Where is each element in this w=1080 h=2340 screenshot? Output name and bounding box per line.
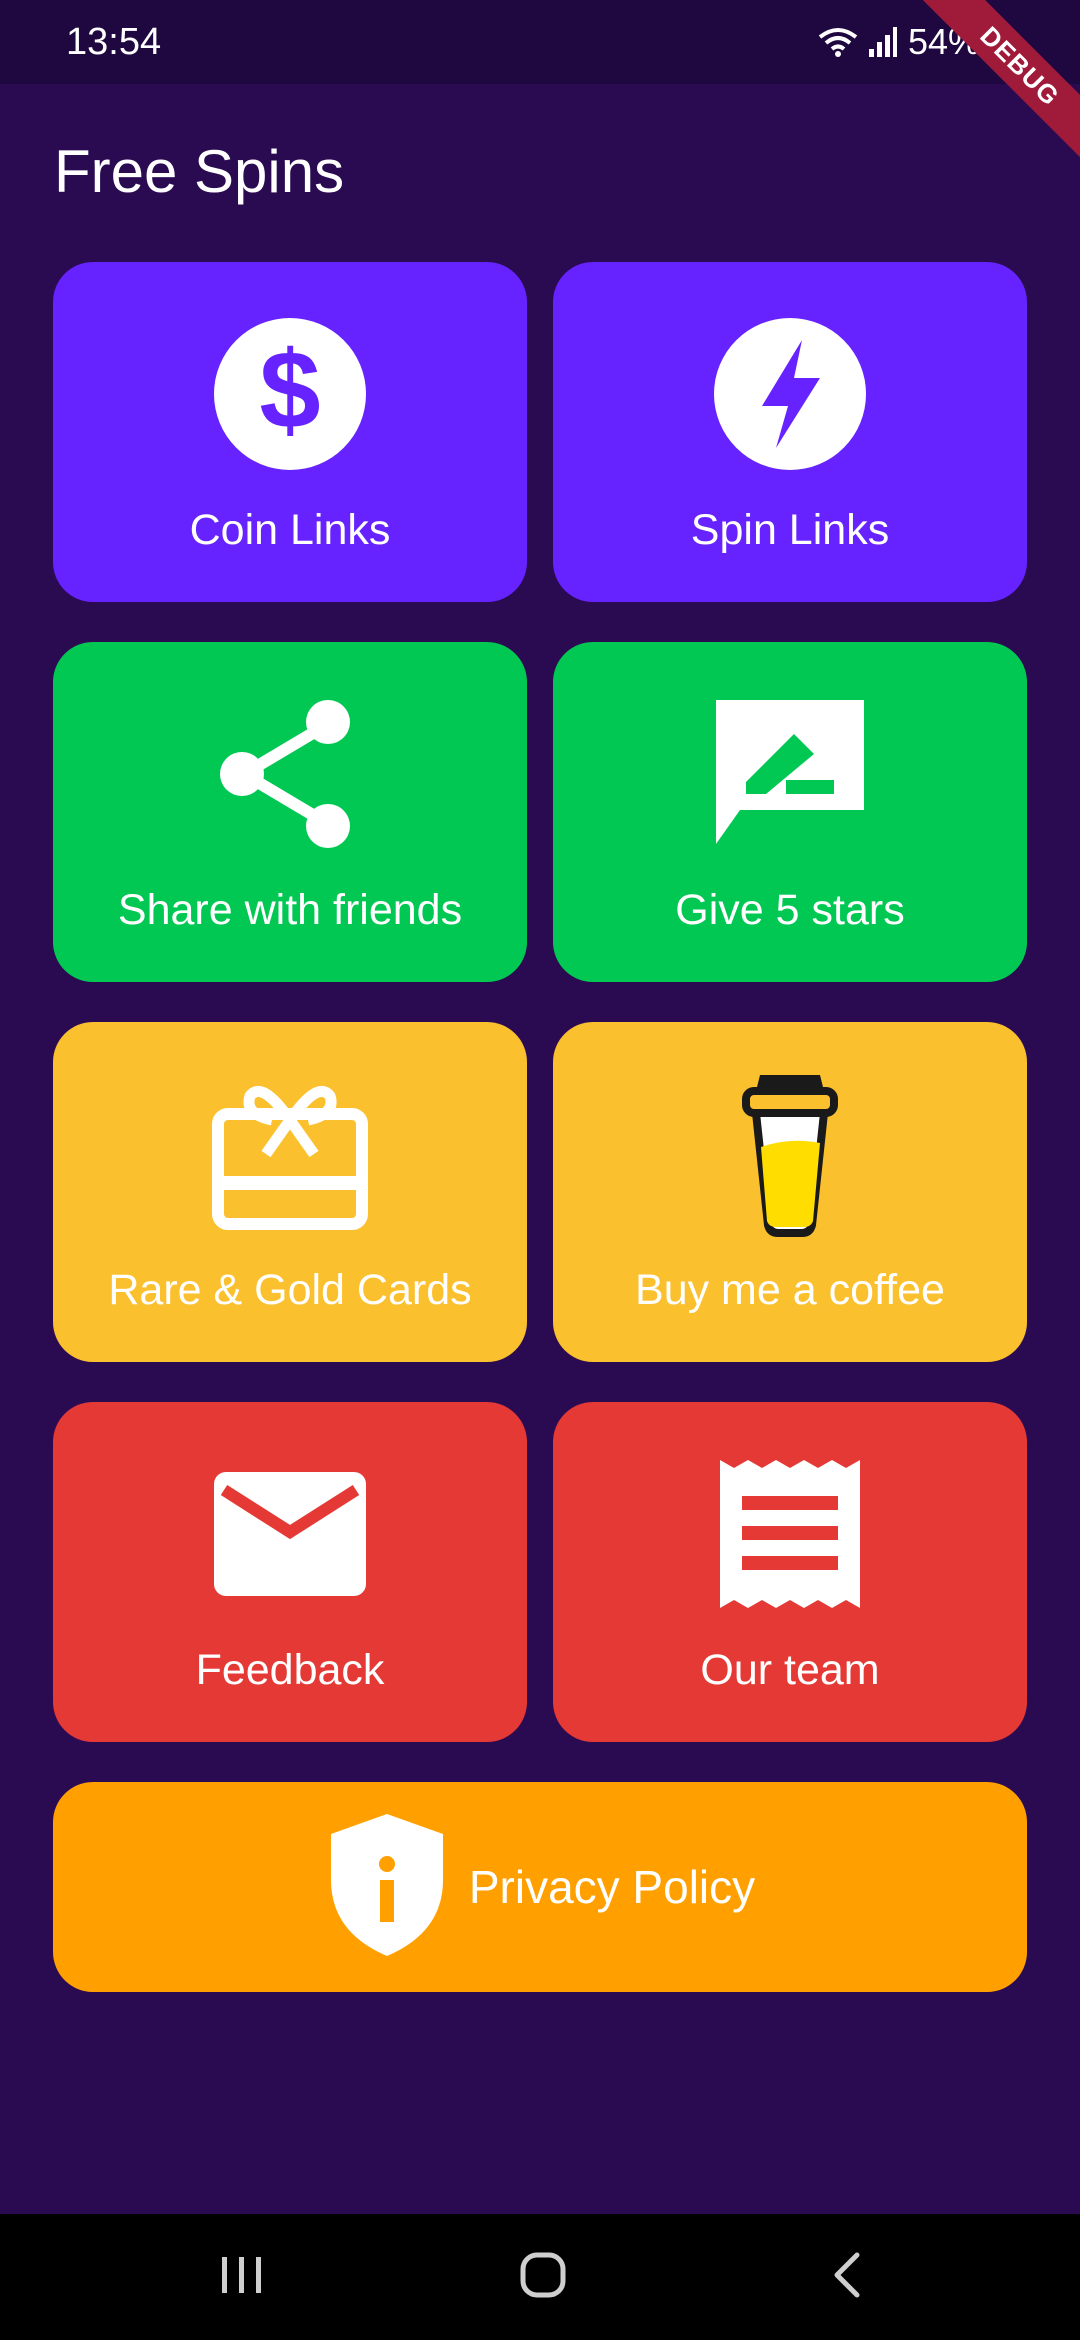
- share-icon: [210, 694, 370, 854]
- spin-links-button[interactable]: Spin Links: [553, 262, 1027, 602]
- coffee-cup-icon: [710, 1074, 870, 1237]
- coin-links-label: Coin Links: [189, 506, 391, 554]
- share-with-friends-button[interactable]: Share with friends: [53, 642, 527, 982]
- spin-links-label: Spin Links: [690, 506, 890, 554]
- svg-text:$: $: [259, 329, 320, 452]
- give-5-stars-button[interactable]: Give 5 stars: [553, 642, 1027, 982]
- recents-button[interactable]: [182, 2214, 302, 2340]
- signal-icon: [868, 25, 898, 59]
- our-team-label: Our team: [700, 1646, 880, 1694]
- system-nav-bar: [0, 2214, 1080, 2340]
- receipt-icon: [710, 1454, 870, 1614]
- wifi-icon: [818, 25, 858, 59]
- recents-icon: [220, 2255, 264, 2300]
- rate-review-icon: [710, 694, 870, 854]
- share-with-friends-label: Share with friends: [117, 886, 463, 934]
- privacy-policy-label: Privacy Policy: [468, 1861, 756, 1913]
- status-icons: 54%: [818, 18, 1010, 66]
- battery-percent: 54%: [907, 21, 980, 62]
- feedback-button[interactable]: Feedback: [53, 1402, 527, 1742]
- home-button[interactable]: [483, 2214, 603, 2340]
- feedback-label: Feedback: [195, 1646, 385, 1694]
- rare-gold-cards-button[interactable]: Rare & Gold Cards: [53, 1022, 527, 1362]
- page-title: Free Spins: [54, 138, 345, 205]
- coin-links-button[interactable]: $ Coin Links: [53, 262, 527, 602]
- rare-gold-cards-label: Rare & Gold Cards: [108, 1266, 472, 1314]
- give-5-stars-label: Give 5 stars: [675, 886, 905, 934]
- status-time: 13:54: [66, 21, 162, 63]
- battery-icon: [990, 25, 1010, 59]
- buy-me-a-coffee-button[interactable]: Buy me a coffee: [553, 1022, 1027, 1362]
- back-button[interactable]: [786, 2214, 906, 2340]
- back-icon: [831, 2251, 861, 2304]
- mail-icon: [210, 1454, 370, 1614]
- privacy-policy-button[interactable]: Privacy Policy: [53, 1782, 1027, 1992]
- gift-card-icon: [210, 1074, 370, 1234]
- lightning-icon: [710, 314, 870, 474]
- buy-me-a-coffee-label: Buy me a coffee: [635, 1266, 945, 1314]
- menu-grid: $ Coin Links Spin Links Share with frien…: [53, 262, 1027, 1742]
- home-icon: [519, 2251, 567, 2304]
- dollar-icon: $: [210, 314, 370, 474]
- our-team-button[interactable]: Our team: [553, 1402, 1027, 1742]
- status-bar: 13:54 54% DEBUG: [0, 0, 1080, 174]
- shield-info-icon: [325, 1810, 449, 1965]
